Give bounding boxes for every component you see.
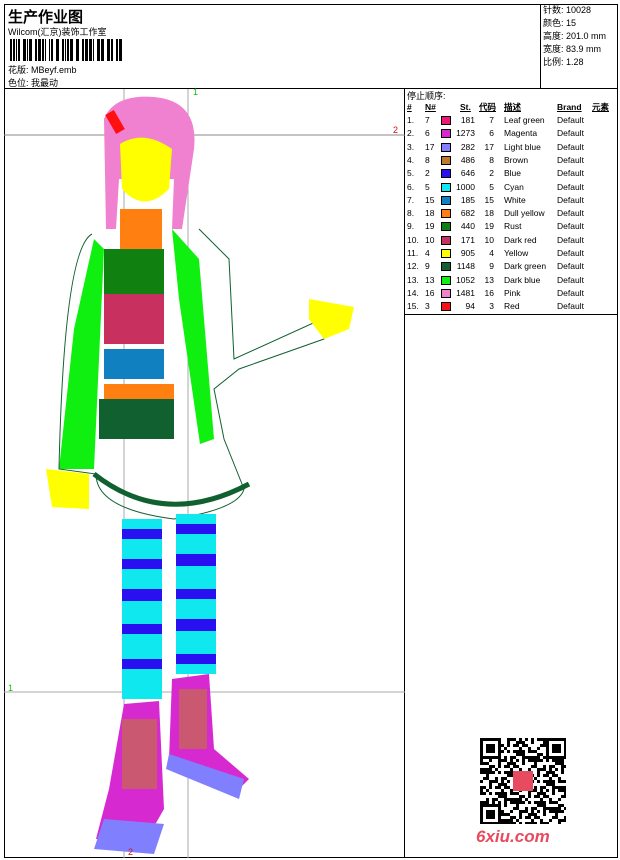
color-swatch <box>441 169 451 179</box>
face <box>120 137 172 202</box>
color-swatch <box>441 235 451 245</box>
table-row: 15. 3 94 3 Red Default <box>407 301 584 312</box>
design-value: MBeyf.emb <box>31 65 77 75</box>
design-preview: 1 2 1 2 <box>4 87 405 858</box>
guide-label: 2 <box>128 847 134 857</box>
color-swatch <box>441 129 451 139</box>
table-row: 4. 8 486 8 Brown Default <box>407 154 584 165</box>
color-swatch <box>441 302 451 312</box>
color-swatch <box>441 249 451 258</box>
guide-label: 2 <box>393 125 399 135</box>
design-label: 花版: <box>8 65 29 75</box>
table-row: 3. 17 282 17 Light blue Default <box>407 141 584 152</box>
color-swatch <box>441 222 451 232</box>
table-row: 10. 10 171 10 Dark red Default <box>407 234 584 245</box>
company-name: Wilcom(汇京)装饰工作室 <box>8 27 107 37</box>
colorway-label: 色位: <box>8 78 29 88</box>
page-title: 生产作业图 <box>8 9 84 26</box>
color-swatch <box>441 155 451 165</box>
table-row: 9. 19 440 19 Rust Default <box>407 221 584 232</box>
table-row: 5. 2 646 2 Blue Default <box>407 168 584 179</box>
watermark: 6xiu.com <box>476 827 550 846</box>
table-row: 11. 4 905 4 Yellow Default <box>407 248 584 258</box>
color-swatch <box>441 142 451 152</box>
colorway-value: 我最动 <box>31 78 59 88</box>
color-swatch <box>441 262 451 272</box>
header: 生产作业图 Wilcom(汇京)装饰工作室 花版: MBeyf.emb 色位: … <box>4 4 541 89</box>
table-row: 2. 6 1273 6 Magenta Default <box>407 128 584 139</box>
table-row: 13. 13 1052 13 Dark blue Default <box>407 274 584 285</box>
table-row: 12. 9 1148 9 Dark green Default <box>407 261 584 272</box>
color-swatch <box>441 195 451 205</box>
qr-code <box>480 738 566 824</box>
colorway: 色位: 我最动 <box>8 76 58 89</box>
stop-sequence-table: 停止顺序: # N# St. 代码 描述 Brand 元素 1. 7 181 7 Leaf gr… <box>405 89 618 315</box>
design-file: 花版: MBeyf.emb <box>8 63 77 76</box>
barcode <box>10 39 122 61</box>
stat-height: 高度: 201.0 mm <box>543 31 607 41</box>
guide-label: 1 <box>193 87 199 97</box>
embroidery-design <box>4 89 405 858</box>
color-swatch <box>441 209 451 219</box>
stats-panel: 针数: 10028 颜色: 15 高度: 201.0 mm 宽度: 83.9 m… <box>541 4 618 89</box>
guide-label: 1 <box>8 683 14 693</box>
table-row: 6. 5 1000 5 Cyan Default <box>407 181 584 192</box>
stat-colors: 颜色: 15 <box>543 18 577 28</box>
stat-width: 宽度: 83.9 mm <box>543 44 602 54</box>
table-row: 14. 16 1481 16 Pink Default <box>407 287 584 298</box>
color-swatch <box>441 275 451 285</box>
table-row: 1. 7 181 7 Leaf green Default <box>407 115 584 125</box>
table-row: 7. 15 185 15 White Default <box>407 194 584 205</box>
stat-stitches: 针数: 10028 <box>543 5 592 15</box>
stat-scale: 比例: 1.28 <box>543 57 584 67</box>
color-swatch <box>441 182 451 192</box>
table-row: 8. 18 682 18 Dull yellow Default <box>407 208 584 219</box>
table-header: # N# St. 代码 描述 Brand 元素 <box>407 102 610 112</box>
color-swatch <box>441 288 451 298</box>
color-swatch <box>441 116 451 125</box>
